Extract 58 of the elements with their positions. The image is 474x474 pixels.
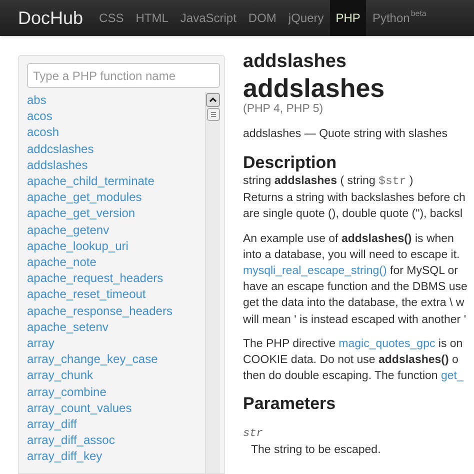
summary-text: addslashes — Quote string with slashes (243, 127, 449, 142)
function-link[interactable]: array (27, 335, 205, 352)
nav-tab[interactable]: PHP (330, 0, 366, 36)
brand-logo[interactable]: DocHub (18, 4, 84, 32)
nav-tab[interactable]: jQuery (282, 0, 330, 36)
nav-tab[interactable]: DOM (242, 0, 282, 36)
function-link[interactable]: apache_note (27, 254, 205, 270)
function-link[interactable]: apache_getenv (27, 222, 205, 238)
function-link[interactable]: acos (27, 108, 205, 124)
function-link[interactable]: acosh (27, 124, 205, 141)
paragraph-line: into a database, you will need to escape it. (243, 248, 461, 263)
function-heading: addslashes (243, 73, 386, 103)
paragraph-line: The PHP directive magic_quotes_gpc is on (243, 336, 464, 352)
paragraph-line: get the data into the database, the extra \ w (243, 296, 466, 312)
scrollbar[interactable] (205, 92, 220, 473)
parameter-description: The string to be escaped. (251, 442, 382, 457)
nav-tab[interactable]: Python$^{beta}$ (366, 0, 432, 36)
function-link[interactable]: apache_lookup_uri (27, 238, 205, 254)
function-link[interactable]: array_chunk (27, 367, 205, 384)
paragraph-line: COOKIE data. Do not use addslashes() o (243, 353, 460, 368)
nav-tab[interactable]: JavaScript (174, 0, 242, 36)
page-title: addslashes (243, 51, 348, 73)
paragraph-line: Returns a string with backslashes before ch (243, 191, 466, 206)
doc-link[interactable]: magic_quotes_gpc (338, 338, 436, 350)
function-link[interactable]: addcslashes (27, 140, 205, 157)
nav-tab[interactable]: HTML (130, 0, 174, 36)
paragraph-line: will mean ' is instead escaped with another ' (243, 312, 468, 328)
scroll-up-icon[interactable] (206, 93, 220, 107)
paragraph-line: then do double escaping. The function get_ (243, 369, 464, 384)
paragraph-line: mysqli_real_escape_string() for MySQL or (243, 264, 459, 280)
function-link[interactable]: array_count_values (27, 400, 205, 416)
scroll-thumb-icon[interactable] (206, 108, 220, 121)
section-heading: Parameters (243, 394, 337, 414)
function-link[interactable]: apache_reset_timeout (27, 286, 205, 303)
function-link[interactable]: apache_get_modules (27, 189, 205, 206)
function-link[interactable]: apache_child_terminate (27, 173, 205, 190)
function-link[interactable]: addslashes (27, 156, 205, 174)
paragraph-line: have an escape function and the DBMS use (243, 280, 468, 296)
function-signature: string addslashes ( string $str ) (243, 174, 414, 190)
function-link[interactable]: array_diff_key (27, 448, 205, 465)
function-link[interactable]: abs (27, 92, 205, 108)
paragraph-line: are single quote (), double quote ("), backsl (243, 207, 464, 222)
function-link[interactable]: apache_get_version (27, 205, 205, 222)
function-link[interactable]: array_diff_assoc (27, 432, 205, 448)
nav-tab[interactable]: CSS (93, 0, 130, 36)
function-link[interactable]: array_combine (27, 384, 205, 400)
version-text: (PHP 4, PHP 5) (243, 103, 324, 116)
parameter-name: str (243, 427, 264, 442)
paragraph-line: An example use of addslashes() is when (243, 232, 455, 247)
doc-link[interactable]: get_ (441, 370, 464, 382)
search-field[interactable]: Type a PHP function name (27, 63, 220, 88)
function-link[interactable]: apache_request_headers (27, 270, 205, 286)
function-link[interactable]: array_change_key_case (27, 351, 205, 368)
function-link[interactable]: apache_setenv (27, 318, 205, 336)
function-link[interactable]: apache_response_headers (27, 302, 205, 319)
section-heading: Description (243, 153, 338, 174)
function-link[interactable]: array_diff (27, 416, 205, 432)
doc-link[interactable]: mysqli_real_escape_string() (243, 265, 387, 278)
